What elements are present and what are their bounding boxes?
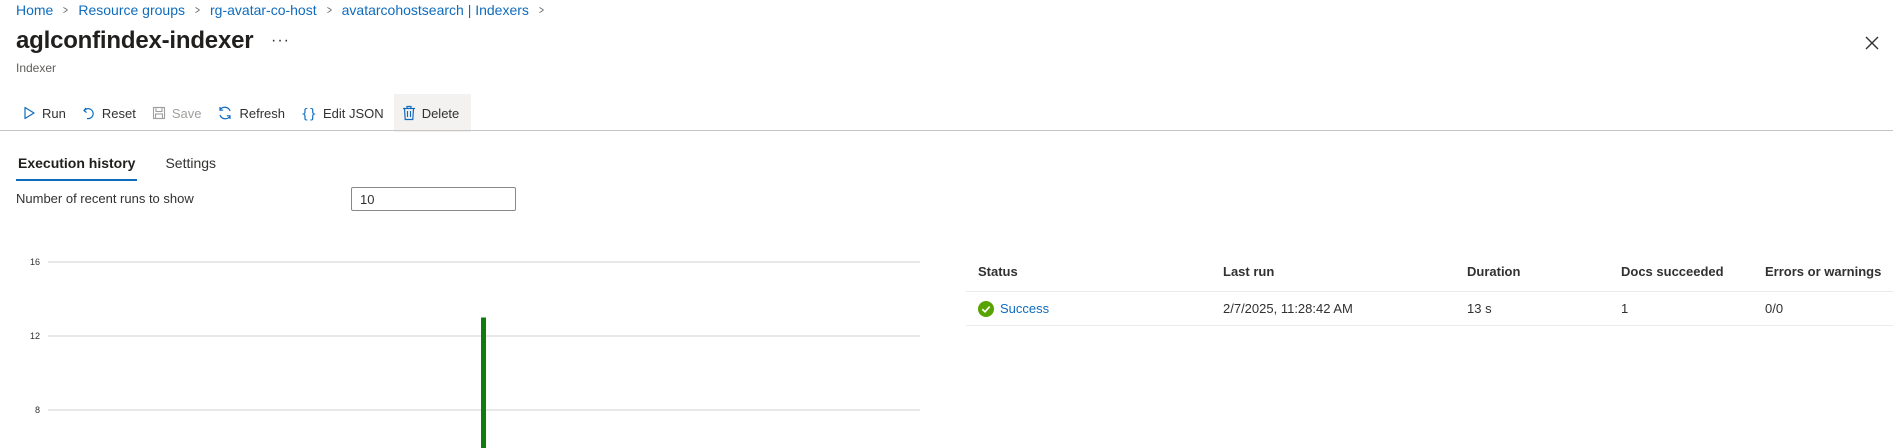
breadcrumb-resource-groups[interactable]: Resource groups bbox=[78, 2, 185, 18]
recent-runs-label: Number of recent runs to show bbox=[16, 191, 194, 206]
chevron-right-icon: > bbox=[326, 3, 332, 17]
run-label: Run bbox=[42, 105, 66, 121]
tab-settings[interactable]: Settings bbox=[163, 153, 218, 181]
duration-bar[interactable] bbox=[481, 317, 486, 448]
duration-cell: 13 s bbox=[1467, 301, 1492, 316]
close-icon[interactable] bbox=[1863, 34, 1881, 52]
y-tick-label: 8 bbox=[35, 405, 40, 415]
tab-execution-history[interactable]: Execution history bbox=[16, 153, 138, 181]
svg-text:{}: {} bbox=[301, 107, 317, 121]
chevron-right-icon: > bbox=[538, 3, 544, 17]
run-button[interactable]: Run bbox=[16, 94, 76, 132]
command-bar: Run Reset Save Refresh {} Edit JSON Dele… bbox=[16, 94, 472, 132]
refresh-icon bbox=[219, 106, 232, 120]
toolbar-divider bbox=[0, 130, 1893, 131]
reset-button[interactable]: Reset bbox=[76, 94, 146, 132]
execution-history-table: Status Last run Duration Docs succeeded … bbox=[966, 252, 1893, 326]
delete-button[interactable]: Delete bbox=[393, 94, 472, 132]
edit-json-label: Edit JSON bbox=[323, 105, 384, 121]
status-link[interactable]: Success bbox=[1000, 301, 1049, 316]
more-options-button[interactable]: ··· bbox=[271, 32, 290, 50]
header-status: Status bbox=[978, 264, 1018, 279]
breadcrumb-indexers[interactable]: avatarcohostsearch | Indexers bbox=[342, 2, 529, 18]
page-subtitle: Indexer bbox=[16, 61, 57, 75]
table-header-row: Status Last run Duration Docs succeeded … bbox=[966, 252, 1893, 292]
status-cell: Success bbox=[966, 300, 1211, 317]
play-icon bbox=[24, 106, 35, 120]
errors-warnings-cell: 0/0 bbox=[1765, 301, 1784, 316]
header-duration: Duration bbox=[1467, 264, 1521, 279]
tab-list: Execution history Settings bbox=[16, 153, 244, 181]
breadcrumb-home[interactable]: Home bbox=[16, 2, 53, 18]
save-icon bbox=[152, 106, 165, 120]
execution-chart: 16 12 8 bbox=[30, 257, 920, 448]
y-tick-label: 16 bbox=[30, 257, 40, 267]
header-errors-warnings: Errors or warnings bbox=[1765, 264, 1882, 279]
undo-icon bbox=[83, 107, 94, 120]
table-row[interactable]: Success 2/7/2025, 11:28:42 AM 13 s 1 0/0 bbox=[966, 292, 1893, 326]
recent-runs-input[interactable] bbox=[351, 187, 516, 211]
refresh-button[interactable]: Refresh bbox=[211, 94, 295, 132]
header-last-run: Last run bbox=[1223, 264, 1275, 279]
chevron-right-icon: > bbox=[195, 3, 200, 17]
reset-label: Reset bbox=[101, 105, 136, 121]
chevron-right-icon: > bbox=[63, 3, 69, 17]
breadcrumb: Home > Resource groups > rg-avatar-co-ho… bbox=[16, 2, 554, 18]
save-button[interactable]: Save bbox=[146, 94, 212, 132]
refresh-label: Refresh bbox=[239, 105, 285, 121]
trash-icon bbox=[402, 105, 415, 121]
page-title: aglconfindex-indexer bbox=[16, 27, 254, 54]
last-run-cell: 2/7/2025, 11:28:42 AM bbox=[1223, 301, 1353, 316]
success-check-icon bbox=[978, 300, 994, 317]
save-label: Save bbox=[171, 105, 202, 121]
breadcrumb-resource-group[interactable]: rg-avatar-co-host bbox=[210, 2, 317, 18]
edit-json-button[interactable]: {} Edit JSON bbox=[295, 94, 394, 132]
header-docs-succeeded: Docs succeeded bbox=[1621, 264, 1724, 279]
y-tick-label: 12 bbox=[30, 331, 40, 341]
braces-icon: {} bbox=[301, 107, 317, 121]
docs-succeeded-cell: 1 bbox=[1621, 301, 1629, 316]
delete-label: Delete bbox=[421, 105, 460, 121]
